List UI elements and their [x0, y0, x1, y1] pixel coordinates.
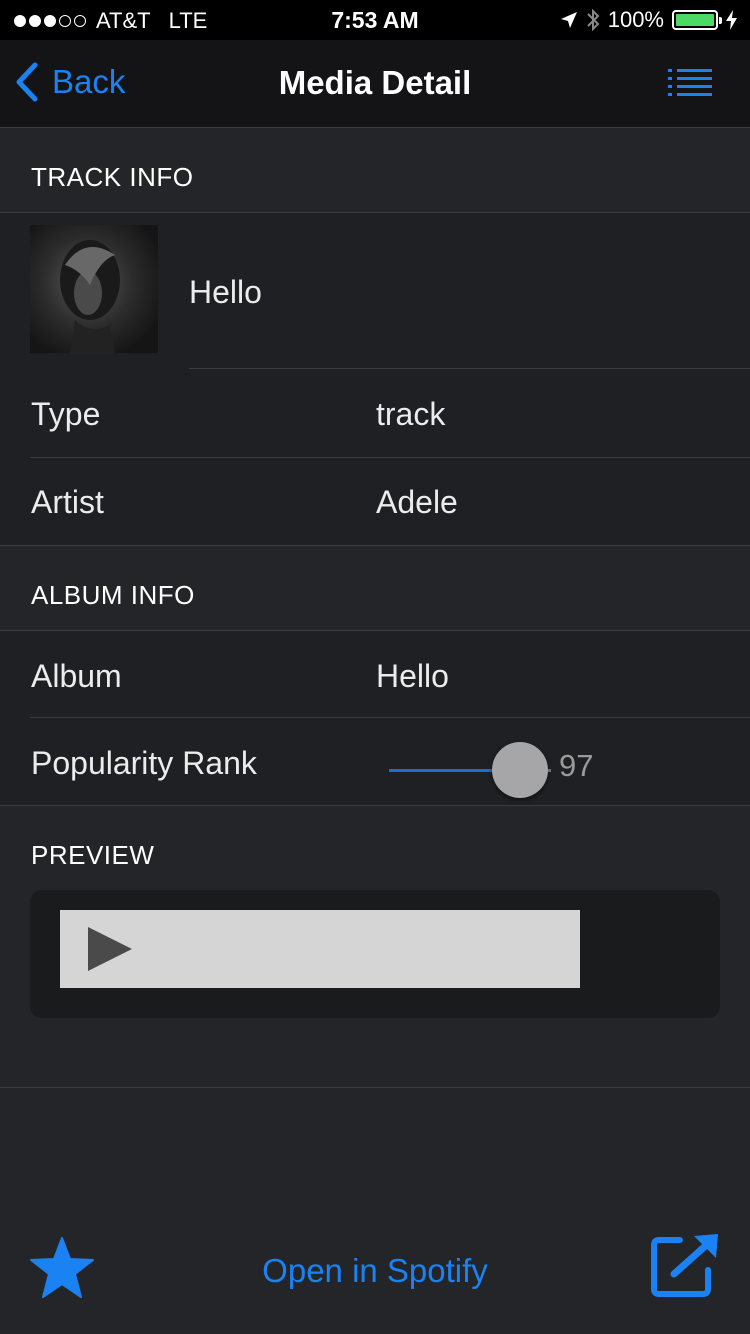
- detail-row-popularity: Popularity Rank 97: [0, 718, 750, 806]
- status-bar: AT&T LTE 7:53 AM 100%: [0, 0, 750, 40]
- open-in-spotify-container: Open in Spotify: [0, 1252, 750, 1290]
- navigation-bar: Back Media Detail: [0, 40, 750, 128]
- share-external-icon: [651, 1234, 718, 1297]
- back-button[interactable]: Back: [14, 62, 125, 102]
- audio-player[interactable]: [60, 910, 580, 988]
- row-label: Popularity Rank: [31, 745, 257, 781]
- play-icon[interactable]: [88, 927, 132, 971]
- artwork-portrait: [60, 240, 120, 353]
- row-label: Album: [31, 658, 122, 694]
- album-info-title: ALBUM INFO: [31, 580, 195, 610]
- detail-row-type: Type track: [0, 369, 750, 457]
- detail-row-album: Album Hello: [0, 631, 750, 719]
- open-in-spotify-button[interactable]: Open in Spotify: [262, 1252, 488, 1289]
- row-label: Type: [31, 396, 101, 432]
- row-value: Hello: [376, 658, 449, 694]
- battery-percent: 100%: [607, 7, 664, 32]
- track-info-section: Hello Type track Artist Adele: [0, 213, 750, 546]
- slider-thumb[interactable]: [492, 742, 548, 798]
- share-button[interactable]: [650, 1232, 722, 1303]
- chevron-left-icon: [16, 62, 38, 102]
- location-arrow-icon: [560, 12, 577, 28]
- list-menu-button[interactable]: [668, 68, 712, 103]
- status-right: 100%: [560, 7, 738, 33]
- row-label: Artist: [31, 484, 104, 520]
- detail-row-artist: Artist Adele: [0, 457, 750, 545]
- charging-bolt-icon: [726, 10, 737, 30]
- album-info-section: Album Hello Popularity Rank 97: [0, 631, 750, 806]
- row-value: Adele: [376, 484, 458, 520]
- track-info-title: TRACK INFO: [31, 162, 194, 192]
- row-value: track: [376, 396, 446, 432]
- popularity-slider[interactable]: [389, 742, 551, 798]
- bottom-toolbar: Open in Spotify: [0, 1200, 750, 1334]
- popularity-value: 97: [559, 748, 594, 783]
- preview-title: PREVIEW: [31, 840, 155, 870]
- back-button-label: Back: [52, 63, 126, 100]
- list-icon: [668, 69, 712, 96]
- preview-section: PREVIEW: [0, 805, 750, 1088]
- battery-icon: [672, 10, 722, 30]
- battery-fill: [676, 14, 714, 26]
- track-info-header: TRACK INFO: [0, 128, 750, 213]
- album-artwork: [30, 225, 158, 353]
- track-name: Hello: [189, 274, 262, 310]
- bluetooth-icon: [587, 8, 600, 32]
- preview-card: [30, 890, 720, 1018]
- preview-header: PREVIEW: [0, 805, 750, 890]
- album-info-header: ALBUM INFO: [0, 546, 750, 631]
